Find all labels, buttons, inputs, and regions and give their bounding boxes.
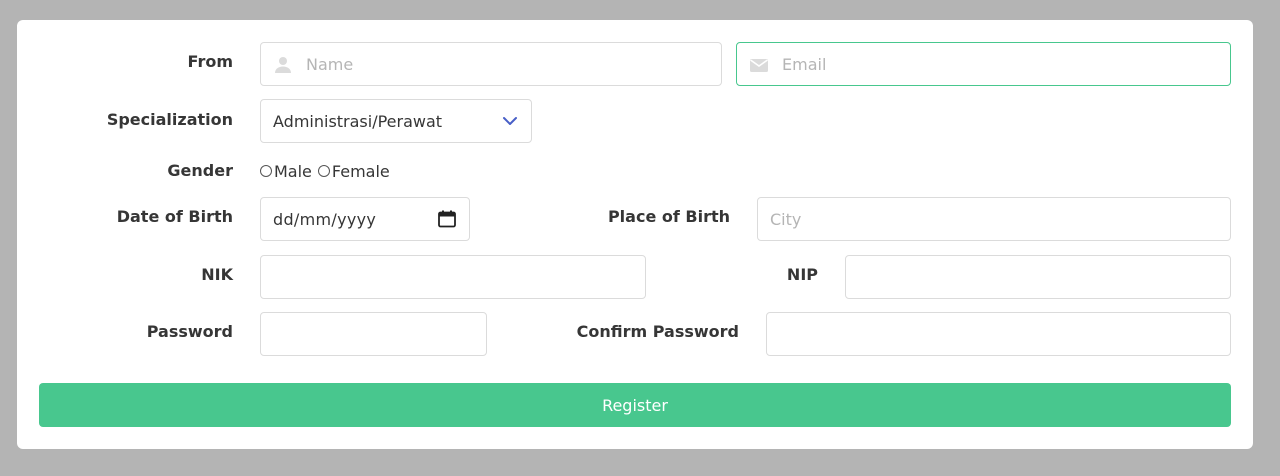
nik-label: NIK: [201, 265, 233, 284]
name-field[interactable]: [260, 42, 722, 86]
gender-radio-male[interactable]: Male: [260, 162, 312, 181]
nip-field[interactable]: [845, 255, 1231, 299]
radio-circle[interactable]: [317, 165, 330, 177]
from-label: From: [187, 52, 233, 71]
dob-label: Date of Birth: [116, 207, 233, 226]
confirm-password-label: Confirm Password: [576, 322, 739, 341]
chevron-down-icon: [503, 117, 517, 125]
specialization-label: Specialization: [106, 110, 233, 129]
dob-placeholder: dd/mm/yyyy: [273, 209, 377, 229]
radio-label-female: Female: [331, 161, 390, 181]
city-field[interactable]: [757, 197, 1231, 241]
user-icon: [275, 57, 291, 73]
registration-card: From Specialization Administrasi/Perawat…: [17, 20, 1253, 449]
email-input[interactable]: [737, 43, 1230, 85]
password-label: Password: [146, 322, 233, 341]
confirm-password-field[interactable]: [766, 312, 1231, 356]
gender-radio-female[interactable]: Female: [317, 161, 390, 181]
pob-label: Place of Birth: [607, 207, 730, 226]
envelope-icon: [750, 59, 768, 72]
gender-label: Gender: [167, 161, 233, 180]
nip-input[interactable]: [846, 256, 1230, 298]
nik-input[interactable]: [261, 256, 645, 298]
gender-radio-group: Male Female: [260, 161, 396, 181]
dob-input[interactable]: dd/mm/yyyy: [260, 197, 470, 241]
password-input[interactable]: [261, 313, 486, 355]
nik-field[interactable]: [260, 255, 646, 299]
radio-label-male: Male: [274, 161, 312, 181]
specialization-value: Administrasi/Perawat: [273, 111, 443, 131]
city-input[interactable]: [758, 198, 1230, 240]
name-input[interactable]: [261, 43, 721, 85]
email-field[interactable]: [736, 42, 1231, 86]
password-field[interactable]: [260, 312, 487, 356]
nip-label: NIP: [786, 265, 818, 284]
calendar-icon[interactable]: [437, 209, 457, 229]
specialization-select[interactable]: Administrasi/Perawat: [260, 99, 532, 143]
register-button[interactable]: Register: [39, 383, 1231, 427]
radio-circle[interactable]: [260, 165, 272, 177]
confirm-password-input[interactable]: [767, 313, 1230, 355]
